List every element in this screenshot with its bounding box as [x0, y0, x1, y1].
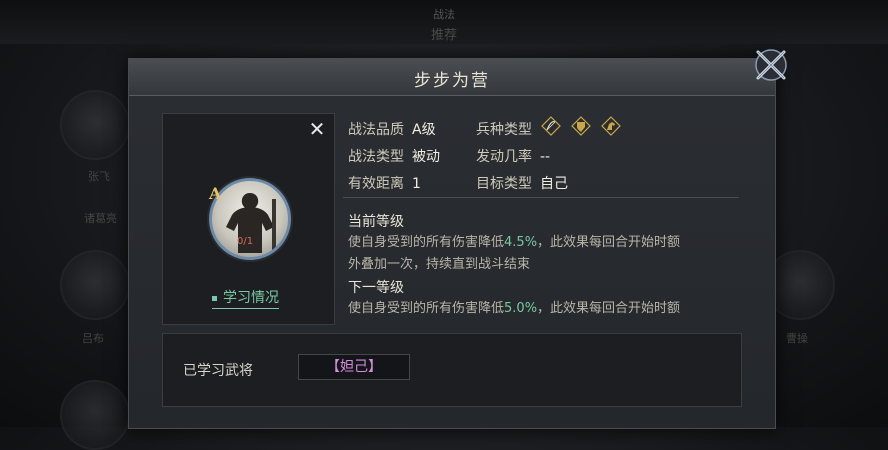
quality-value: A级	[412, 122, 436, 138]
next-level-heading: 下一等级	[348, 280, 404, 296]
learn-status-label: 学习情况	[223, 290, 279, 306]
background-subtitle: 推荐	[430, 28, 457, 43]
background-avatar	[60, 380, 130, 450]
current-level-heading: 当前等级	[348, 214, 404, 230]
shield-icon	[571, 115, 591, 136]
background-label: 张飞	[88, 170, 110, 183]
current-desc-percent: 4.5%	[504, 235, 538, 250]
current-level-description: 使自身受到的所有伤害降低4.5%，此效果每回合开始时额 外叠加一次，持续直到战斗…	[348, 232, 680, 276]
background-label: 吕布	[82, 332, 104, 345]
current-level-line: 外叠加一次，持续直到战斗结束	[348, 257, 531, 272]
tactic-grade-badge: A	[209, 184, 222, 203]
rate-field: 发动几率 --	[476, 146, 550, 166]
target-field: 目标类型 自己	[476, 173, 568, 193]
rate-value: --	[540, 149, 551, 165]
dialog-title: 步步为营	[414, 71, 490, 91]
learn-status-link[interactable]: 学习情况	[212, 287, 279, 309]
troop-field: 兵种类型	[476, 119, 540, 139]
type-label: 战法类型	[348, 149, 404, 165]
range-field: 有效距离 1	[348, 173, 421, 193]
next-level-line: 使自身受到的所有伤害降低5.0%，此效果每回合开始时额	[348, 298, 680, 320]
dialog-header: 步步为营	[129, 59, 775, 96]
tactic-portrait-panel: ✕ A 0/1 学习情况	[162, 113, 335, 325]
background-label: 曹操	[786, 332, 808, 345]
range-value: 1	[412, 176, 421, 192]
troop-icons	[541, 115, 626, 136]
current-desc-text: ，此效果每回合开始时额	[537, 235, 681, 250]
next-desc-percent: 5.0%	[504, 301, 538, 316]
next-level-description: 使自身受到的所有伤害降低5.0%，此效果每回合开始时额	[348, 298, 680, 320]
dialog-close-icon[interactable]	[752, 46, 790, 84]
learn-progress: 0/1	[237, 236, 254, 247]
background-avatar	[60, 90, 130, 160]
current-level-line: 使自身受到的所有伤害降低4.5%，此效果每回合开始时额	[348, 232, 680, 254]
background-title: 战法	[433, 8, 455, 21]
background-label: 诸葛亮	[84, 212, 117, 225]
target-label: 目标类型	[476, 176, 532, 192]
range-label: 有效距离	[348, 176, 404, 192]
quality-field: 战法品质 A级	[348, 119, 436, 139]
target-value: 自己	[540, 176, 568, 192]
type-value: 被动	[412, 149, 440, 165]
learned-generals-panel: 已学习武将 【妲己】	[162, 333, 742, 407]
quality-label: 战法品质	[348, 122, 404, 138]
horse-icon	[601, 115, 622, 136]
bullet-icon	[212, 295, 217, 301]
bow-icon	[541, 115, 561, 136]
divider	[343, 197, 739, 198]
type-field: 战法类型 被动	[348, 146, 440, 166]
rate-label: 发动几率	[476, 149, 532, 165]
troop-label: 兵种类型	[476, 122, 532, 138]
learned-general-tag[interactable]: 【妲己】	[298, 354, 410, 380]
learned-generals-label: 已学习武将	[183, 363, 253, 379]
next-desc-text: 使自身受到的所有伤害降低	[348, 301, 505, 316]
background-avatar	[60, 250, 130, 320]
current-desc-text: 使自身受到的所有伤害降低	[348, 235, 505, 250]
tactic-detail-dialog: 步步为营 ✕ A 0/1 学习情况 战法品质 A级 战法类型 被动 有效距离 1 兵种…	[128, 58, 776, 429]
panel-close-icon[interactable]: ✕	[303, 116, 331, 142]
next-desc-text: ，此效果每回合开始时额	[537, 301, 681, 316]
